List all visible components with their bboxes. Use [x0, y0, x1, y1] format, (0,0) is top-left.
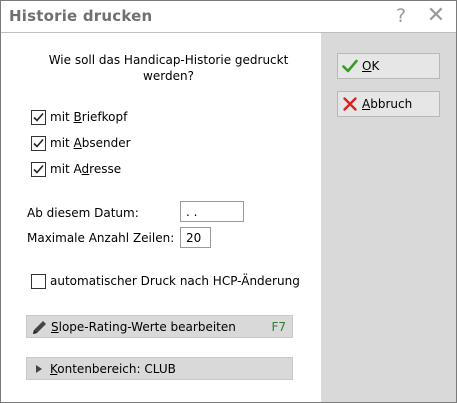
checkbox-box[interactable]	[31, 136, 46, 151]
cancel-button[interactable]: Abbruch	[337, 91, 440, 117]
kontenbereich-label: Kontenbereich: CLUB	[50, 362, 176, 376]
max-rows-input[interactable]: 20	[180, 227, 211, 248]
date-input[interactable]: . .	[180, 201, 244, 222]
pencil-icon	[33, 321, 46, 334]
question-mark-icon[interactable]: ?	[389, 4, 413, 28]
checkbox-label: automatischer Druck nach HCP-Änderung	[50, 274, 300, 288]
close-icon[interactable]: ✕	[424, 4, 448, 28]
ok-button[interactable]: OK	[337, 53, 440, 79]
shortcut-label: F7	[271, 320, 286, 334]
checkbox-box[interactable]	[31, 274, 46, 289]
x-icon	[343, 97, 357, 111]
window-title: Historie drucken	[9, 7, 153, 25]
dialog-window: Historie drucken ? ✕ Wie soll das Handic…	[0, 0, 457, 403]
checkbox-box[interactable]	[31, 162, 46, 177]
checkmark-icon	[342, 59, 358, 73]
button-panel	[321, 33, 456, 402]
title-bar: Historie drucken ? ✕	[1, 1, 456, 33]
checkmark-icon	[33, 164, 44, 174]
slope-rating-label: Slope-Rating-Werte bearbeiten	[51, 320, 236, 334]
checkmark-icon	[33, 138, 44, 148]
checkbox-box[interactable]	[31, 110, 46, 125]
ok-label: OK	[362, 59, 380, 73]
checkmark-icon	[33, 112, 44, 122]
content-panel: Wie soll das Handicap-Historie gedruckt …	[1, 33, 321, 402]
question-text: Wie soll das Handicap-Historie gedruckt …	[48, 53, 289, 83]
checkbox-label: mit Briefkopf	[50, 110, 128, 124]
triangle-right-icon	[36, 365, 42, 373]
max-rows-label: Maximale Anzahl Zeilen:	[27, 231, 175, 245]
slope-rating-button[interactable]: Slope-Rating-Werte bearbeiten F7	[26, 315, 293, 338]
kontenbereich-expander[interactable]: Kontenbereich: CLUB	[26, 357, 293, 380]
checkbox-label: mit Adresse	[50, 162, 122, 176]
checkbox-label: mit Absender	[50, 136, 131, 150]
cancel-label: Abbruch	[362, 97, 413, 111]
date-label: Ab diesem Datum:	[27, 206, 139, 220]
